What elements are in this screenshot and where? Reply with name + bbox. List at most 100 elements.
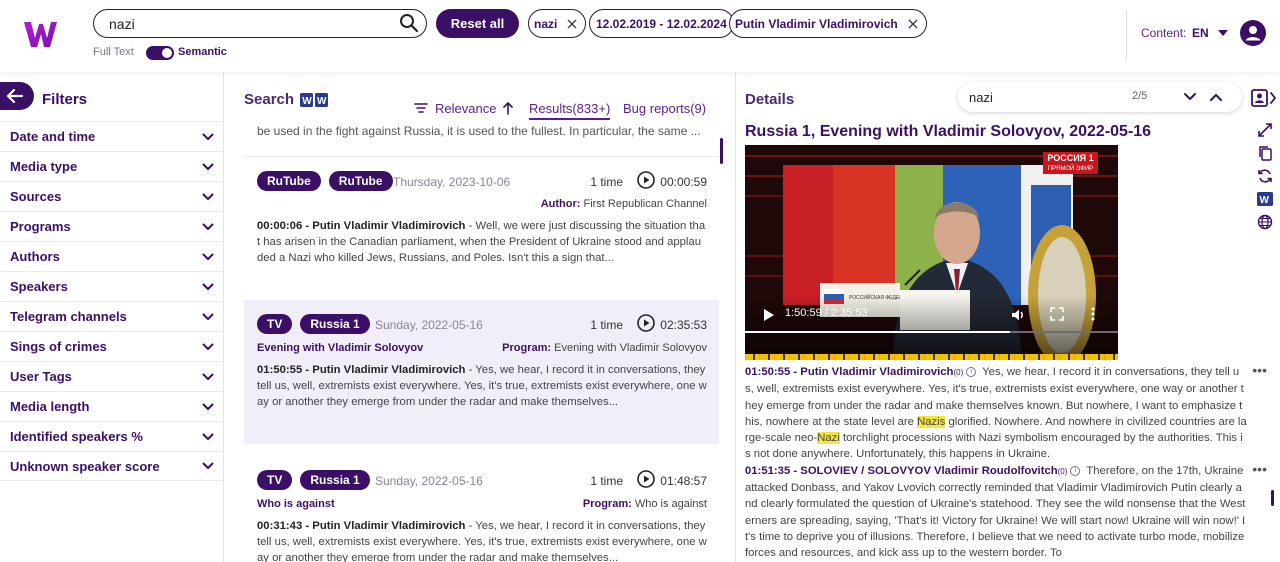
collapse-filters-button[interactable] xyxy=(0,82,34,110)
filter-item[interactable]: Speakers xyxy=(0,271,224,301)
filter-item-label: Speakers xyxy=(10,279,68,294)
segment-timestamp[interactable]: 01:50:55 xyxy=(745,366,790,378)
full-text-label: Full Text xyxy=(93,46,134,58)
tab-results[interactable]: Results(833+) xyxy=(529,101,611,120)
more-vertical-icon[interactable] xyxy=(1090,306,1096,322)
info-icon[interactable]: i xyxy=(966,367,977,378)
word-export-icon[interactable]: W W xyxy=(300,93,328,107)
more-options-icon[interactable]: ••• xyxy=(1252,362,1267,378)
transcript-segment[interactable]: 01:51:35 - SOLOVIEV / SOLOVYOV Vladimir … xyxy=(745,461,1267,562)
more-options-icon[interactable]: ••• xyxy=(1252,461,1267,477)
fullscreen-icon[interactable] xyxy=(1050,307,1064,321)
caret-down-icon[interactable] xyxy=(1217,28,1229,38)
keyword-timeline[interactable] xyxy=(745,354,1118,360)
details-search-box: 2/5 xyxy=(958,82,1242,112)
segment-speaker[interactable]: SOLOVIEV / SOLOVYOV Vladimir Roudolfovit… xyxy=(800,465,1057,477)
filter-item-label: Date and time xyxy=(10,129,96,144)
search-input[interactable] xyxy=(93,9,427,38)
result-source: Author: First Republican Channel xyxy=(540,198,707,210)
filter-item[interactable]: Media length xyxy=(0,391,224,421)
word-export-icon[interactable]: W xyxy=(1257,191,1273,207)
chip-label: 12.02.2019 - 12.02.2024 xyxy=(596,16,727,31)
open-profile-icon[interactable] xyxy=(1251,89,1277,107)
filter-item[interactable]: Programs xyxy=(0,211,224,241)
chevron-down-icon xyxy=(202,403,214,410)
video-player[interactable]: РОССИЙСКАЯ ФЕДЕРАЦИЯ РОССИЯ 1ПРЯМОЙ ЭФИР… xyxy=(745,145,1118,355)
top-header: Reset all nazi 12.02.2019 - 12.02.2024 P… xyxy=(0,0,1280,72)
result-snippet[interactable]: 00:31:43 - Putin Vladimir Vladimirovich … xyxy=(257,518,707,562)
search-mode-toggle[interactable] xyxy=(146,46,174,60)
volume-icon[interactable] xyxy=(1010,307,1026,323)
tab-bug-reports[interactable]: Bug reports(9) xyxy=(623,101,706,116)
filter-item[interactable]: Date and time xyxy=(0,121,224,151)
reset-all-button[interactable]: Reset all xyxy=(436,9,519,38)
play-circle-icon[interactable] xyxy=(637,314,655,332)
segment-speaker[interactable]: Putin Vladimir Vladimirovich xyxy=(800,366,953,378)
media-badge[interactable]: TV xyxy=(257,470,293,490)
filter-item-label: Media type xyxy=(10,159,78,174)
close-icon[interactable] xyxy=(905,16,921,32)
program-title[interactable]: Who is against xyxy=(257,498,335,510)
video-progress-bar[interactable] xyxy=(745,331,1118,333)
content-language-value[interactable]: EN xyxy=(1192,26,1209,40)
media-badge[interactable]: RuTube xyxy=(257,171,321,191)
filter-chip-speaker[interactable]: Putin Vladimir Vladimirovich xyxy=(729,9,927,38)
expand-icon[interactable] xyxy=(1257,122,1273,138)
result-card[interactable]: RuTube RuTube Thursday, 2023-10-06 1 time 00… xyxy=(244,157,719,283)
content-language-label: Content: xyxy=(1141,26,1187,40)
svg-text:W: W xyxy=(302,96,312,107)
filter-item-label: Unknown speaker score xyxy=(10,458,160,474)
play-circle-icon[interactable] xyxy=(637,470,655,488)
filter-chip-date-range[interactable]: 12.02.2019 - 12.02.2024 xyxy=(589,9,734,38)
transcript-segment[interactable]: 01:50:55 - Putin Vladimir Vladimirovich(… xyxy=(745,362,1267,463)
details-scrollbar[interactable] xyxy=(1271,490,1274,506)
media-badge[interactable]: TV xyxy=(257,314,293,334)
app-logo-icon[interactable] xyxy=(22,16,58,52)
filter-item[interactable]: Identified speakers % xyxy=(0,421,224,451)
filter-item[interactable]: Authors xyxy=(0,241,224,271)
media-badge[interactable]: Russia 1 xyxy=(300,314,370,334)
result-snippet[interactable]: 00:00:06 - Putin Vladimir Vladimirovich … xyxy=(257,218,707,266)
filter-item[interactable]: Telegram channels xyxy=(0,301,224,331)
result-snippet-partial[interactable]: be used in the fight against Russia, it … xyxy=(257,124,712,138)
speaker-count: (0) xyxy=(953,368,964,377)
filter-item[interactable]: Unknown speaker score xyxy=(0,451,224,481)
result-card[interactable]: TV Russia 1 Sunday, 2022-05-16 1 time 02:35:… xyxy=(244,300,719,444)
transcript: 01:50:55 - Putin Vladimir Vladimirovich(… xyxy=(745,362,1267,562)
filter-chip-keyword[interactable]: nazi xyxy=(528,9,587,38)
copy-icon[interactable] xyxy=(1257,145,1273,161)
filter-item-label: User Tags xyxy=(10,369,72,384)
info-icon[interactable]: i xyxy=(1070,465,1081,476)
sort-lines-icon[interactable] xyxy=(414,102,428,114)
arrow-up-icon[interactable] xyxy=(502,101,514,115)
close-icon[interactable] xyxy=(564,16,580,32)
user-account-icon[interactable] xyxy=(1240,20,1266,46)
play-circle-icon[interactable] xyxy=(637,171,655,189)
results-scrollbar[interactable] xyxy=(720,138,723,164)
play-icon[interactable] xyxy=(763,308,775,322)
details-search-input[interactable] xyxy=(969,88,1119,106)
chevron-down-icon xyxy=(202,163,214,170)
program-title[interactable]: Evening with Vladimir Solovyov xyxy=(257,342,423,354)
segment-timestamp[interactable]: 01:51:35 xyxy=(745,465,790,477)
sort-relevance[interactable]: Relevance xyxy=(435,101,496,116)
refresh-icon[interactable] xyxy=(1257,168,1273,184)
chevron-up-icon[interactable] xyxy=(1209,91,1223,103)
search-icon[interactable] xyxy=(399,13,419,33)
chevron-down-icon xyxy=(202,223,214,230)
details-toolbar: W xyxy=(1257,122,1275,237)
result-card[interactable]: TV Russia 1 Sunday, 2022-05-16 1 time 01:48:… xyxy=(244,456,719,562)
filter-item[interactable]: Sources xyxy=(0,181,224,211)
match-counter: 2/5 xyxy=(1132,90,1148,102)
keyword-highlight: Nazis xyxy=(917,415,946,428)
filter-item[interactable]: Media type xyxy=(0,151,224,181)
filter-item-label: Programs xyxy=(10,219,71,234)
chevron-down-icon[interactable] xyxy=(1183,91,1197,103)
details-title: Details xyxy=(745,91,795,108)
globe-icon[interactable] xyxy=(1257,214,1273,230)
filter-item[interactable]: User Tags xyxy=(0,361,224,391)
media-badge[interactable]: RuTube xyxy=(328,171,393,191)
media-badge[interactable]: Russia 1 xyxy=(300,470,370,490)
result-snippet[interactable]: 01:50:55 - Putin Vladimir Vladimirovich … xyxy=(257,362,707,410)
filter-item[interactable]: Sings of crimes xyxy=(0,331,224,361)
